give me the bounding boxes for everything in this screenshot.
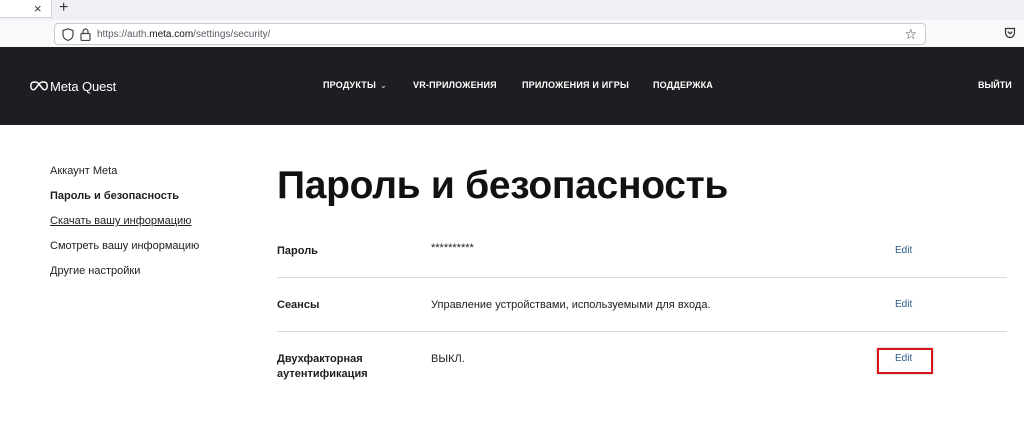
nav-item-support[interactable]: ПОДДЕРЖКА [653,80,713,90]
sidebar-item-view-info[interactable]: Смотреть вашу информацию [50,240,199,252]
row-value: ВЫКЛ. [431,353,465,365]
sidebar-item-meta-account[interactable]: Аккаунт Meta [50,165,117,177]
shield-icon[interactable] [62,28,74,41]
lock-icon[interactable] [80,28,91,41]
row-label: Сеансы [277,299,320,311]
edit-password-button[interactable]: Edit [895,245,912,256]
sidebar-item-password-security[interactable]: Пароль и безопасность [50,190,179,202]
row-value: Управление устройствами, используемыми д… [431,299,711,311]
sidebar-item-download-info[interactable]: Скачать вашу информацию [50,215,191,227]
new-tab-button[interactable]: + [59,0,68,17]
url-path: /settings/security/ [193,29,271,40]
row-value: ********** [431,242,474,254]
highlight-box [877,348,933,374]
url-host: meta.com [149,29,194,40]
row-label: Пароль [277,245,318,257]
site-header: Meta Quest ПРОДУКТЫ ⌄ VR-ПРИЛОЖЕНИЯ ПРИЛО… [0,47,1024,125]
nav-item-vr-apps[interactable]: VR-ПРИЛОЖЕНИЯ [413,80,497,90]
meta-quest-logo[interactable]: Meta Quest [30,77,116,95]
close-tab-icon[interactable]: × [34,1,42,17]
nav-item-products[interactable]: ПРОДУКТЫ ⌄ [323,80,387,90]
url-scheme: https://auth. [97,29,150,40]
chevron-down-icon: ⌄ [379,81,387,90]
row-label-line-1: Двухфакторная [277,353,363,365]
row-label-line-2: аутентификация [277,368,368,380]
browser-tab[interactable]: × [0,0,52,18]
star-icon[interactable]: ☆ [904,26,917,42]
divider [277,331,1007,332]
url-text[interactable]: https://auth.meta.com/settings/security/ [97,28,270,41]
nav-item-label: ПРОДУКТЫ [323,80,376,90]
divider [277,277,1007,278]
sidebar-item-other-settings[interactable]: Другие настройки [50,265,140,277]
browser-toolbar: https://auth.meta.com/settings/security/… [0,20,1024,48]
logo-text: Meta Quest [50,78,117,94]
nav-item-apps-games[interactable]: ПРИЛОЖЕНИЯ И ИГРЫ [522,80,629,90]
meta-infinity-icon [30,81,48,91]
edit-sessions-button[interactable]: Edit [895,299,912,310]
pocket-icon[interactable] [1004,27,1016,39]
browser-tab-strip: × + [0,0,1024,20]
address-bar[interactable]: https://auth.meta.com/settings/security/… [54,23,926,45]
page-title: Пароль и безопасность [277,164,729,207]
logout-link[interactable]: ВЫЙТИ [978,80,1012,90]
